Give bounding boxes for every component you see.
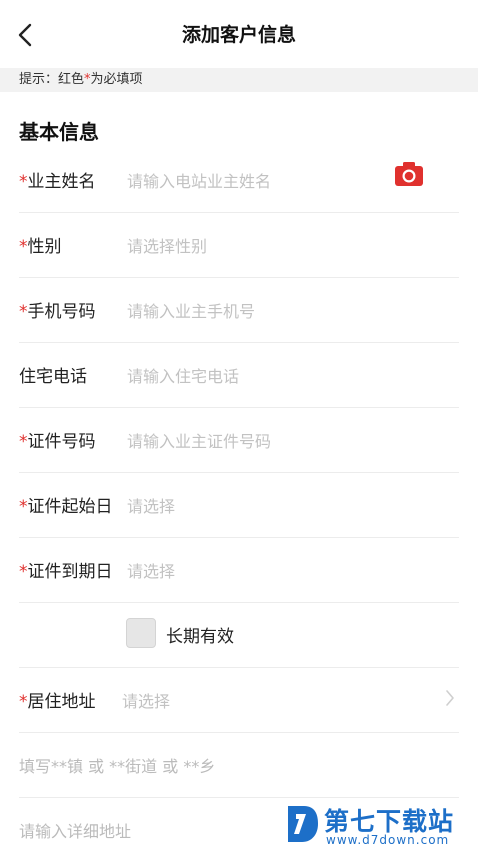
town-row[interactable]: 填写**镇 或 **街道 或 **乡 [19,732,459,798]
home-phone-row[interactable]: 住宅电话 请输入住宅电话 [19,342,459,408]
long-term-row: 长期有效 [19,602,459,668]
watermark: 第七下载站 www.d7down.com [284,800,474,850]
home-phone-label: 住宅电话 [19,362,87,387]
town-input[interactable]: 填写**镇 或 **街道 或 **乡 [19,753,215,777]
required-star: * [19,562,28,582]
gender-select[interactable]: 请选择性别 [127,233,207,257]
required-star: * [19,692,28,712]
field-label: 证件起始日 [27,497,113,517]
owner-name-input[interactable]: 请输入电站业主姓名 [127,168,271,192]
long-term-checkbox[interactable] [126,618,156,648]
id-number-row[interactable]: *证件号码 请输入业主证件号码 [19,407,459,473]
address-picker[interactable]: 请选择 [122,688,170,712]
required-star: * [19,237,28,257]
field-label: 性别 [27,237,62,257]
id-end-label: *证件到期日 [19,557,113,582]
required-hint: 提示：红色*为必填项 [19,71,143,89]
chevron-right-icon [446,690,454,706]
field-label: 住宅电话 [19,367,87,387]
gender-row[interactable]: *性别 请选择性别 [19,212,459,278]
field-label: 手机号码 [27,302,96,322]
required-star: * [19,497,28,517]
hint-prefix: 提示：红色 [19,72,85,87]
mobile-input[interactable]: 请输入业主手机号 [127,298,255,322]
required-star: * [19,172,28,192]
d7-logo-icon [288,806,318,842]
section-title: 基本信息 [19,120,99,144]
id-number-input[interactable]: 请输入业主证件号码 [127,428,271,452]
field-label: 居住地址 [27,692,96,712]
basic-info-card: 基本信息 *业主姓名 请输入电站业主姓名 *性别 请选择性别 *手机号码 请输入… [0,92,478,850]
watermark-url: www.d7down.com [326,833,450,847]
required-star: * [19,302,28,322]
camera-icon[interactable] [394,161,424,187]
id-start-label: *证件起始日 [19,492,113,517]
nav-bar: 添加客户信息 [0,0,478,68]
gender-label: *性别 [19,232,62,257]
detail-address-input[interactable]: 请输入详细地址 [19,818,131,842]
required-star: * [19,432,28,452]
mobile-label: *手机号码 [19,297,96,322]
long-term-label: 长期有效 [166,627,234,647]
address-row[interactable]: *居住地址 请选择 [19,667,459,733]
owner-name-row[interactable]: *业主姓名 请输入电站业主姓名 [19,147,459,213]
field-label: 业主姓名 [27,172,96,192]
address-label: *居住地址 [19,687,96,712]
field-label: 证件号码 [27,432,96,452]
id-end-picker[interactable]: 请选择 [127,558,175,582]
hint-suffix: 为必填项 [90,72,143,87]
home-phone-input[interactable]: 请输入住宅电话 [127,363,239,387]
id-number-label: *证件号码 [19,427,96,452]
id-start-row[interactable]: *证件起始日 请选择 [19,472,459,538]
mobile-row[interactable]: *手机号码 请输入业主手机号 [19,277,459,343]
page-title: 添加客户信息 [181,24,296,46]
owner-name-label: *业主姓名 [19,167,96,192]
id-end-row[interactable]: *证件到期日 请选择 [19,537,459,603]
id-start-picker[interactable]: 请选择 [127,493,175,517]
hint-bar: 提示：红色*为必填项 [0,68,478,92]
field-label: 证件到期日 [27,562,113,582]
